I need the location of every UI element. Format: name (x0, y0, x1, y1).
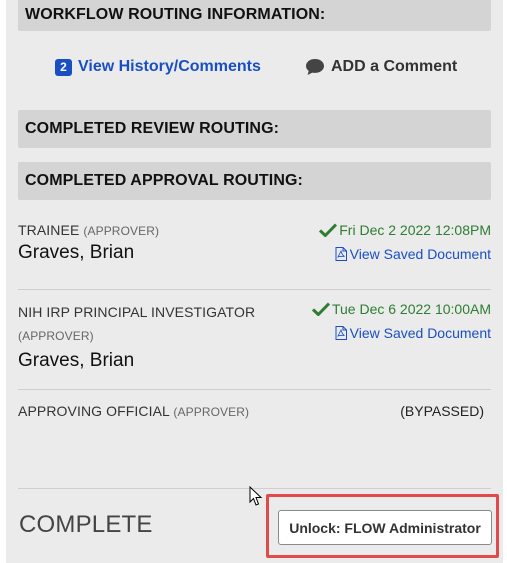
role-qualifier: (APPROVER) (173, 405, 250, 419)
approval-date: Fri Dec 2 2022 12:08PM (319, 222, 491, 238)
routing-row-principal-investigator: NIH IRP PRINCIPAL INVESTIGATOR (APPROVER… (18, 301, 491, 376)
add-comment-button[interactable]: ADD a Comment (305, 58, 457, 76)
view-saved-document-label: View Saved Document (349, 246, 491, 262)
unlock-flow-administrator-button[interactable]: Unlock: FLOW Administrator (278, 510, 492, 545)
approver-name: Graves, Brian (18, 350, 135, 371)
role-title: TRAINEE (18, 222, 80, 238)
completed-review-header: COMPLETED REVIEW ROUTING: (18, 110, 491, 148)
view-saved-document-link[interactable]: View Saved Document (335, 246, 491, 262)
completion-status: COMPLETE (19, 511, 153, 538)
role-qualifier: (APPROVER) (18, 329, 94, 343)
divider (18, 389, 491, 390)
approval-date: Tue Dec 6 2022 10:00AM (311, 301, 491, 317)
add-comment-label: ADD a Comment (331, 58, 458, 75)
routing-row-trainee: TRAINEE (APPROVER) Graves, Brian Fri Dec… (18, 222, 491, 282)
pdf-file-icon (335, 247, 347, 261)
approval-date-text: Tue Dec 6 2022 10:00AM (331, 301, 491, 317)
history-count-badge: 2 (55, 58, 72, 76)
routing-role: NIH IRP PRINCIPAL INVESTIGATOR (APPROVER… (18, 301, 298, 348)
pdf-file-icon (335, 326, 347, 340)
role-title: APPROVING OFFICIAL (18, 403, 170, 419)
view-saved-document-label: View Saved Document (349, 325, 491, 341)
unlock-highlight-frame: Unlock: FLOW Administrator (266, 494, 499, 558)
view-history-label: View History/Comments (78, 58, 261, 75)
checkmark-icon (319, 223, 338, 237)
speech-bubble-icon (306, 59, 324, 75)
mouse-cursor-icon (249, 486, 263, 506)
view-history-link[interactable]: 2 View History/Comments (55, 58, 261, 76)
role-title: NIH IRP PRINCIPAL INVESTIGATOR (18, 304, 256, 320)
checkmark-icon (311, 302, 330, 316)
workflow-routing-header: WORKFLOW ROUTING INFORMATION: (18, 0, 491, 31)
view-saved-document-link[interactable]: View Saved Document (335, 325, 491, 341)
completed-approval-header: COMPLETED APPROVAL ROUTING: (18, 162, 491, 200)
approval-date-text: Fri Dec 2 2022 12:08PM (339, 222, 491, 238)
role-qualifier: (APPROVER) (83, 224, 160, 238)
workflow-actions: 2 View History/Comments ADD a Comment (0, 58, 507, 84)
divider (18, 289, 491, 290)
bypassed-status: (BYPASSED) (400, 403, 484, 419)
routing-row-approving-official: APPROVING OFFICIAL (APPROVER) (BYPASSED) (18, 403, 491, 427)
